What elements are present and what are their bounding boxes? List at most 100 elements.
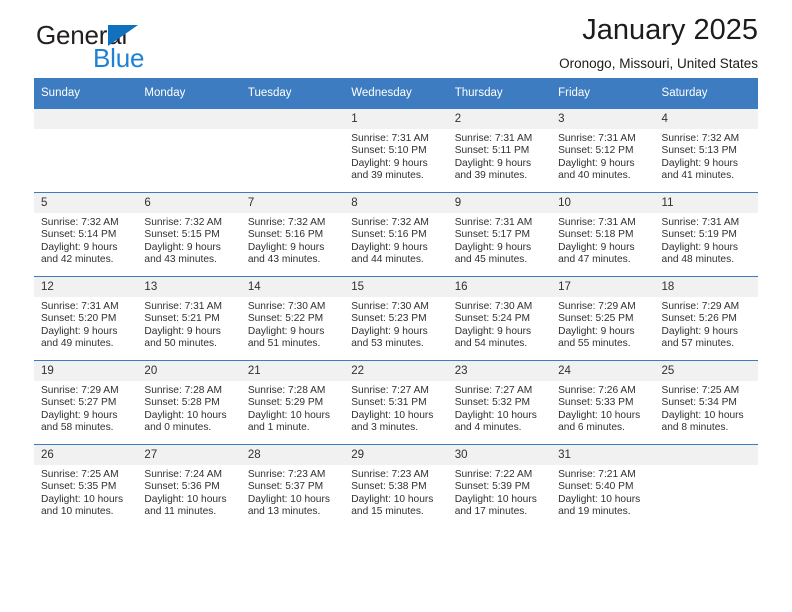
calendar-day-cell[interactable]: 4 Sunrise: 7:32 AM Sunset: 5:13 PM Daylight… (654, 108, 758, 193)
page-header: General Blue January 2025 Oronogo, Misso… (34, 0, 758, 78)
calendar-cell-inner: 1 Sunrise: 7:31 AM Sunset: 5:10 PM Daylight… (344, 109, 448, 192)
day-number: 28 (240, 445, 345, 465)
page-title: January 2025 (582, 14, 758, 46)
calendar-day-cell[interactable]: 20 Sunrise: 7:28 AM Sunset: 5:28 PM Dayligh… (137, 360, 241, 445)
daylight-text-line1: Daylight: 10 hours (454, 409, 537, 421)
calendar-cell-inner: 23 Sunrise: 7:27 AM Sunset: 5:32 PM Dayligh… (447, 361, 552, 444)
day-details: Sunrise: 7:32 AM Sunset: 5:16 PM Daylight:… (241, 213, 344, 267)
calendar-day-cell[interactable]: 11 Sunrise: 7:31 AM Sunset: 5:19 PM Dayligh… (654, 192, 758, 277)
calendar-day-cell[interactable]: 25 Sunrise: 7:25 AM Sunset: 5:34 PM Dayligh… (654, 360, 758, 445)
daylight-text-line1: Daylight: 9 hours (454, 325, 532, 337)
calendar-day-cell[interactable]: 6 Sunrise: 7:32 AM Sunset: 5:15 PM Daylight… (137, 192, 241, 277)
calendar-day-cell[interactable]: 13 Sunrise: 7:31 AM Sunset: 5:21 PM Dayligh… (137, 276, 241, 361)
calendar-day-cell[interactable]: 8 Sunrise: 7:32 AM Sunset: 5:16 PM Daylight… (344, 192, 448, 277)
day-number: 8 (344, 193, 448, 213)
calendar-cell-inner: 21 Sunrise: 7:28 AM Sunset: 5:29 PM Dayligh… (240, 361, 345, 444)
day-number: 15 (344, 277, 448, 297)
daylight-text-line2: and 57 minutes. (661, 338, 735, 350)
calendar-day-cell[interactable]: 1 Sunrise: 7:31 AM Sunset: 5:10 PM Daylight… (344, 108, 448, 193)
sunset-text: Sunset: 5:25 PM (558, 313, 634, 325)
calendar-day-cell[interactable]: 26 Sunrise: 7:25 AM Sunset: 5:35 PM Dayligh… (34, 444, 138, 528)
calendar-cell-inner: 22 Sunrise: 7:27 AM Sunset: 5:31 PM Dayligh… (344, 361, 448, 444)
calendar-cell-inner: 25 Sunrise: 7:25 AM Sunset: 5:34 PM Dayligh… (654, 361, 758, 444)
calendar-day-cell[interactable]: 30 Sunrise: 7:22 AM Sunset: 5:39 PM Dayligh… (447, 444, 552, 528)
sunrise-text: Sunrise: 7:29 AM (558, 301, 636, 312)
daylight-text-line2: and 6 minutes. (558, 422, 625, 434)
logo-text-blue: Blue (93, 43, 145, 73)
day-number: 6 (137, 193, 241, 213)
calendar-day-cell[interactable]: 15 Sunrise: 7:30 AM Sunset: 5:23 PM Dayligh… (344, 276, 448, 361)
calendar-week-row: 26 Sunrise: 7:25 AM Sunset: 5:35 PM Dayligh… (34, 444, 758, 528)
daylight-text-line2: and 51 minutes. (247, 338, 321, 350)
calendar-day-cell[interactable]: 16 Sunrise: 7:30 AM Sunset: 5:24 PM Dayligh… (447, 276, 552, 361)
calendar-cell-inner: 3 Sunrise: 7:31 AM Sunset: 5:12 PM Daylight… (551, 109, 655, 192)
sunrise-text: Sunrise: 7:31 AM (558, 217, 636, 228)
day-details: Sunrise: 7:32 AM Sunset: 5:16 PM Daylight:… (344, 213, 447, 267)
calendar-day-cell[interactable]: 3 Sunrise: 7:31 AM Sunset: 5:12 PM Daylight… (551, 108, 655, 193)
weekday-header-saturday: Saturday (654, 78, 758, 109)
sunset-text: Sunset: 5:28 PM (144, 397, 220, 409)
calendar-cell-inner (240, 109, 345, 192)
daylight-text-line2: and 48 minutes. (661, 254, 735, 266)
calendar-day-cell[interactable]: 10 Sunrise: 7:31 AM Sunset: 5:18 PM Dayligh… (551, 192, 655, 277)
daylight-text-line1: Daylight: 9 hours (247, 241, 325, 253)
daylight-text-line2: and 55 minutes. (558, 338, 631, 350)
daylight-text-line2: and 54 minutes. (454, 338, 528, 350)
sunrise-text: Sunrise: 7:31 AM (454, 217, 533, 228)
day-number: 26 (34, 445, 138, 465)
calendar-week-row: 12 Sunrise: 7:31 AM Sunset: 5:20 PM Dayligh… (34, 276, 758, 361)
daylight-text-line1: Daylight: 9 hours (41, 241, 118, 253)
calendar-day-cell[interactable]: 29 Sunrise: 7:23 AM Sunset: 5:38 PM Dayligh… (344, 444, 448, 528)
daylight-text-line1: Daylight: 10 hours (558, 409, 641, 421)
daylight-text-line2: and 47 minutes. (558, 254, 631, 266)
sunset-text: Sunset: 5:34 PM (661, 397, 737, 409)
day-details: Sunrise: 7:30 AM Sunset: 5:24 PM Daylight:… (448, 297, 551, 351)
calendar-cell-inner: 30 Sunrise: 7:22 AM Sunset: 5:39 PM Dayligh… (447, 445, 552, 528)
page-subtitle: Oronogo, Missouri, United States (559, 56, 758, 71)
daylight-text-line2: and 39 minutes. (454, 170, 528, 182)
calendar-day-cell[interactable]: 18 Sunrise: 7:29 AM Sunset: 5:26 PM Dayligh… (654, 276, 758, 361)
day-number: 31 (551, 445, 655, 465)
calendar-day-cell[interactable]: 31 Sunrise: 7:21 AM Sunset: 5:40 PM Dayligh… (551, 444, 655, 528)
sunset-text: Sunset: 5:10 PM (351, 145, 427, 157)
daylight-text-line1: Daylight: 10 hours (247, 409, 330, 421)
calendar-cell-empty (240, 108, 345, 193)
calendar-cell-inner: 16 Sunrise: 7:30 AM Sunset: 5:24 PM Dayligh… (447, 277, 552, 360)
day-details: Sunrise: 7:21 AM Sunset: 5:40 PM Daylight:… (551, 465, 654, 519)
sunrise-text: Sunrise: 7:31 AM (454, 133, 533, 144)
calendar-day-cell[interactable]: 24 Sunrise: 7:26 AM Sunset: 5:33 PM Dayligh… (551, 360, 655, 445)
day-details: Sunrise: 7:27 AM Sunset: 5:31 PM Daylight:… (344, 381, 447, 435)
calendar-day-cell[interactable]: 12 Sunrise: 7:31 AM Sunset: 5:20 PM Dayligh… (34, 276, 138, 361)
day-number: 5 (34, 193, 138, 213)
day-details: Sunrise: 7:31 AM Sunset: 5:11 PM Daylight:… (448, 129, 551, 183)
day-details: Sunrise: 7:32 AM Sunset: 5:15 PM Daylight:… (137, 213, 240, 267)
calendar-day-cell[interactable]: 5 Sunrise: 7:32 AM Sunset: 5:14 PM Daylight… (34, 192, 138, 277)
calendar-day-cell[interactable]: 22 Sunrise: 7:27 AM Sunset: 5:31 PM Dayligh… (344, 360, 448, 445)
calendar-day-cell[interactable]: 2 Sunrise: 7:31 AM Sunset: 5:11 PM Daylight… (447, 108, 552, 193)
day-number: 22 (344, 361, 448, 381)
general-blue-logo[interactable]: General Blue (36, 20, 266, 78)
daylight-text-line1: Daylight: 9 hours (351, 325, 428, 337)
daylight-text-line1: Daylight: 9 hours (41, 409, 118, 421)
sunset-text: Sunset: 5:16 PM (247, 229, 324, 241)
calendar-day-cell[interactable]: 7 Sunrise: 7:32 AM Sunset: 5:16 PM Daylight… (240, 192, 345, 277)
day-details: Sunrise: 7:28 AM Sunset: 5:29 PM Daylight:… (241, 381, 344, 435)
daylight-text-line1: Daylight: 9 hours (351, 241, 428, 253)
title-block: January 2025 Oronogo, Missouri, United S… (559, 12, 758, 74)
calendar-cell-inner: 19 Sunrise: 7:29 AM Sunset: 5:27 PM Dayligh… (34, 361, 138, 444)
calendar-day-cell[interactable]: 23 Sunrise: 7:27 AM Sunset: 5:32 PM Dayligh… (447, 360, 552, 445)
calendar-day-cell[interactable]: 17 Sunrise: 7:29 AM Sunset: 5:25 PM Dayligh… (551, 276, 655, 361)
daylight-text-line1: Daylight: 9 hours (41, 325, 118, 337)
calendar-day-cell[interactable]: 28 Sunrise: 7:23 AM Sunset: 5:37 PM Dayligh… (240, 444, 345, 528)
calendar-day-cell[interactable]: 9 Sunrise: 7:31 AM Sunset: 5:17 PM Daylight… (447, 192, 552, 277)
daylight-text-line1: Daylight: 10 hours (144, 493, 227, 505)
calendar-page: General Blue January 2025 Oronogo, Misso… (0, 0, 792, 612)
sunrise-text: Sunrise: 7:31 AM (661, 217, 740, 228)
calendar-day-cell[interactable]: 21 Sunrise: 7:28 AM Sunset: 5:29 PM Dayligh… (240, 360, 345, 445)
calendar-day-cell[interactable]: 14 Sunrise: 7:30 AM Sunset: 5:22 PM Dayligh… (240, 276, 345, 361)
calendar-cell-inner (34, 109, 138, 192)
calendar-day-cell[interactable]: 27 Sunrise: 7:24 AM Sunset: 5:36 PM Dayligh… (137, 444, 241, 528)
calendar-cell-inner: 28 Sunrise: 7:23 AM Sunset: 5:37 PM Dayligh… (240, 445, 345, 528)
calendar-day-cell[interactable]: 19 Sunrise: 7:29 AM Sunset: 5:27 PM Dayligh… (34, 360, 138, 445)
day-number: 17 (551, 277, 655, 297)
